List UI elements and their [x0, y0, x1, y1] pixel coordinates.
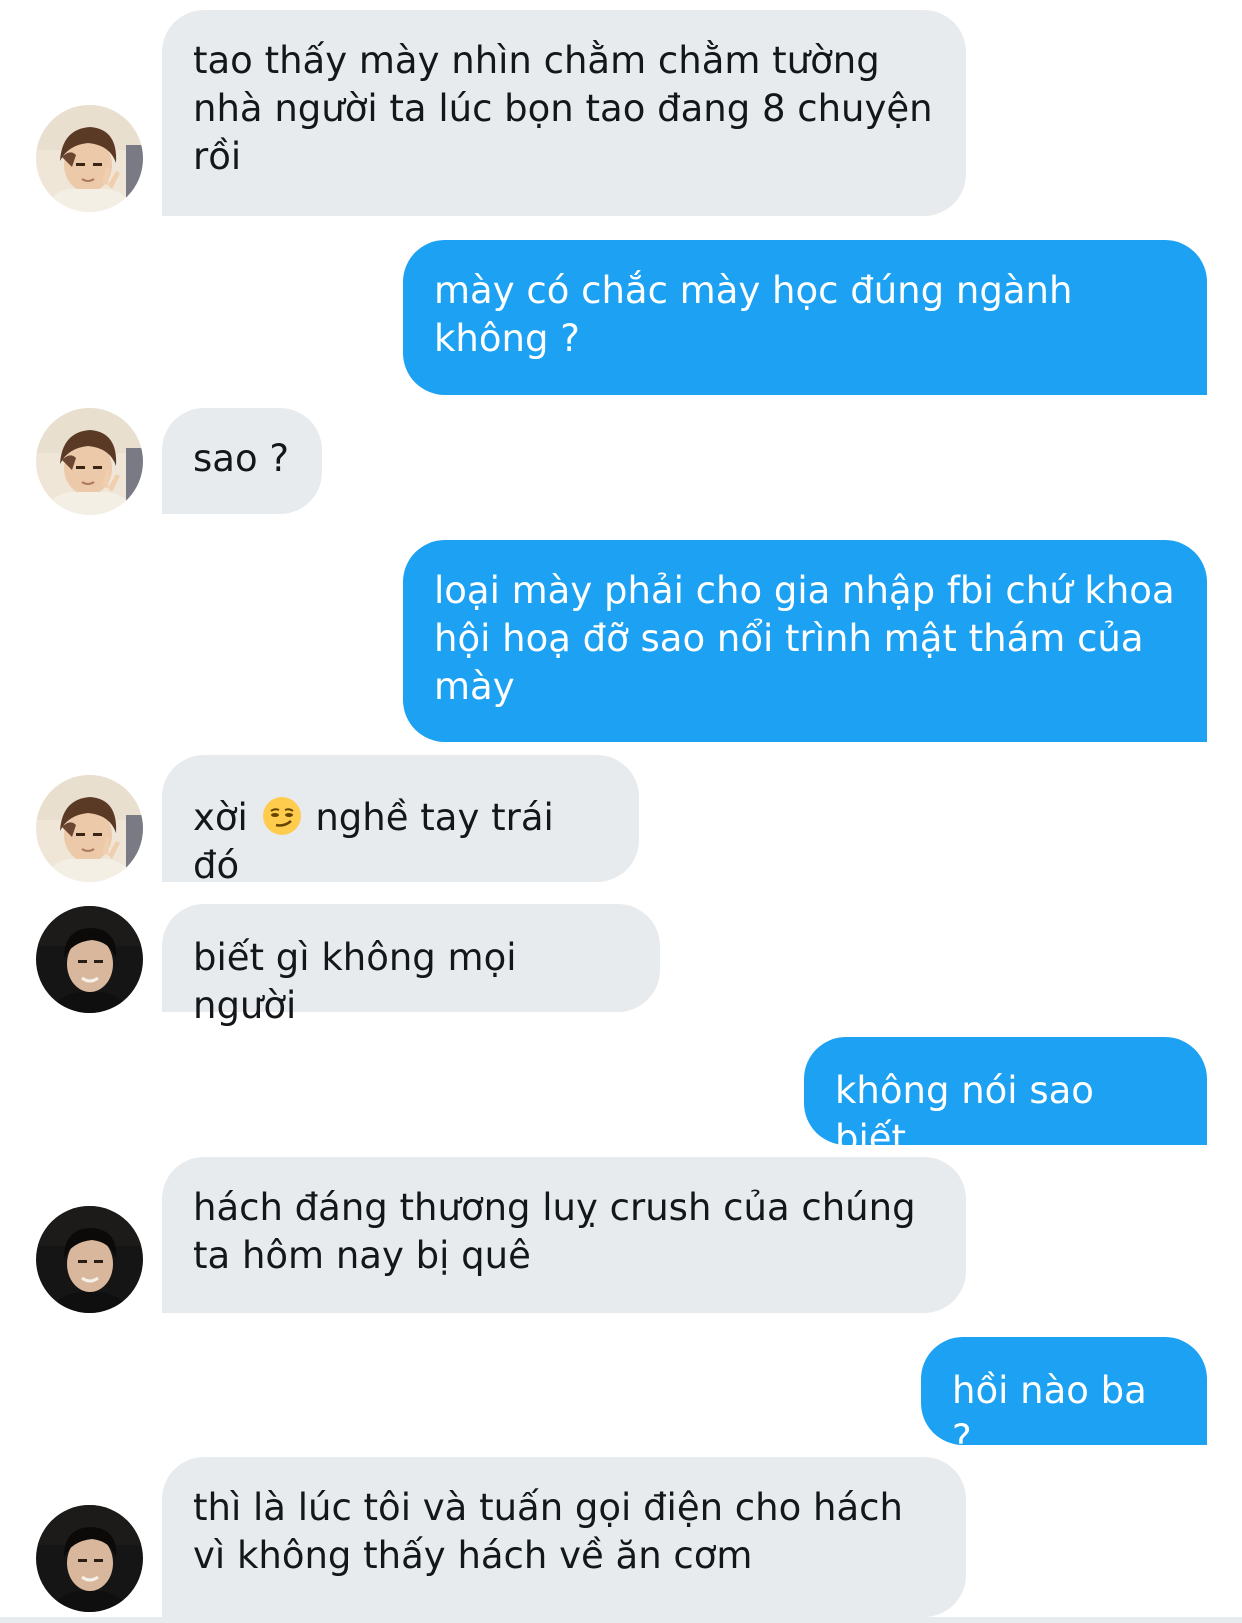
message-bubble[interactable]: sao ?	[162, 408, 322, 514]
message-bubble[interactable]: xời nghề tay trái đó	[162, 755, 639, 887]
avatar[interactable]	[36, 105, 143, 212]
smirking-face-emoji	[262, 796, 302, 836]
message-bubble[interactable]: mày có chắc mày học đúng ngành không ?	[403, 240, 1207, 395]
message-bubble[interactable]: loại mày phải cho gia nhập fbi chứ khoa …	[403, 540, 1207, 742]
message-text: xời	[193, 796, 248, 839]
avatar[interactable]	[36, 1505, 143, 1612]
message-bubble[interactable]: hách đáng thương luỵ crush của chúng ta …	[162, 1157, 966, 1313]
message-bubble[interactable]: thì là lúc tôi và tuấn gọi điện cho hách…	[162, 1457, 966, 1617]
avatar[interactable]	[36, 1206, 143, 1313]
avatar[interactable]	[36, 408, 143, 515]
message-bubble[interactable]: hồi nào ba ?	[921, 1337, 1207, 1460]
avatar[interactable]	[36, 906, 143, 1013]
avatar[interactable]	[36, 775, 143, 882]
message-bubble[interactable]: tao thấy mày nhìn chằm chằm tường nhà ng…	[162, 10, 966, 216]
message-bubble[interactable]: biết gì không mọi người	[162, 904, 660, 1027]
message-thread: tao thấy mày nhìn chằm chằm tường nhà ng…	[0, 0, 1242, 1623]
profile-photo	[36, 906, 143, 1013]
divider	[0, 1617, 1242, 1623]
profile-photo	[36, 775, 143, 882]
message-bubble[interactable]: không nói sao biết	[804, 1037, 1207, 1160]
profile-photo	[36, 1206, 143, 1313]
profile-photo	[36, 105, 143, 212]
message-text: nghề tay trái đó	[193, 796, 554, 887]
profile-photo	[36, 408, 143, 515]
profile-photo	[36, 1505, 143, 1612]
